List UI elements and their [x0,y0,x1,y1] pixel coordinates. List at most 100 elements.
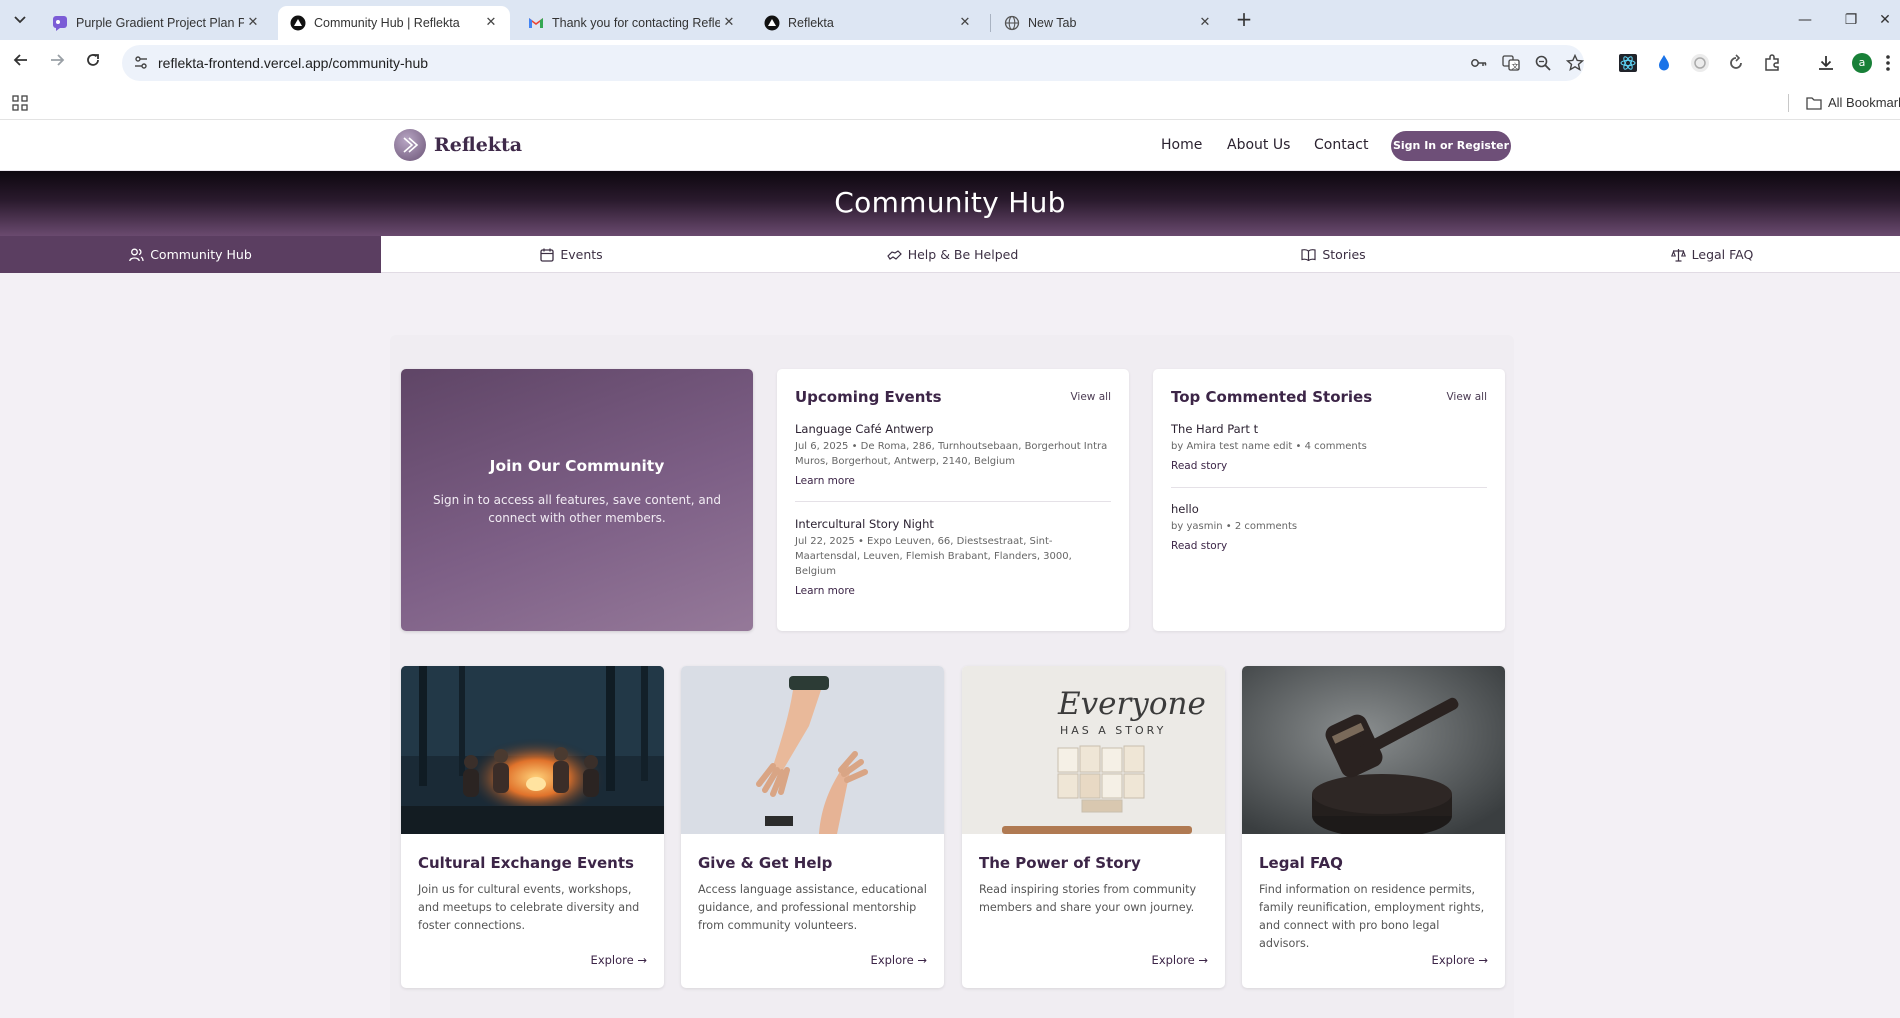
everyone-has-a-story-image: Everyone HAS A STORY [962,666,1225,834]
nav-link-home[interactable]: Home [1161,120,1202,171]
feature-title: Cultural Exchange Events [418,854,634,872]
view-all-stories-link[interactable]: View all [1446,391,1487,403]
story-title[interactable]: The Hard Part t [1171,422,1487,436]
url-text[interactable]: reflekta-frontend.vercel.app/community-h… [158,45,428,81]
card-title: Top Commented Stories [1171,388,1373,406]
apps-grid-icon[interactable] [12,95,28,111]
handshake-icon [886,249,902,260]
tab-title: Community Hub | Reflekta [314,16,460,30]
minimize-icon[interactable]: — [1782,6,1828,34]
all-bookmarks-label: All Bookmarks [1828,95,1900,110]
book-open-icon [1301,249,1316,261]
globe-favicon-icon [1004,15,1020,31]
gavel-image [1242,666,1505,834]
site-info-icon[interactable] [132,54,150,72]
feature-card-give-get-help[interactable]: Give & Get Help Access language assistan… [681,666,944,988]
profile-initial: a [1858,56,1866,69]
extension-refresh-icon[interactable] [1726,53,1746,73]
tab-stories[interactable]: Stories [1143,236,1524,273]
users-icon [129,248,144,261]
close-tab-icon[interactable]: ✕ [482,14,500,32]
site-logo[interactable]: Reflekta [394,129,522,161]
extension-circle-icon[interactable] [1690,53,1710,73]
vercel-favicon-icon [290,15,306,31]
vercel-favicon-icon [764,15,780,31]
learn-more-link[interactable]: Learn more [795,475,1111,487]
browser-tab-active[interactable]: Community Hub | Reflekta ✕ [278,6,510,40]
browser-tab[interactable]: Reflekta ✕ [752,6,984,40]
address-bar[interactable]: reflekta-frontend.vercel.app/community-h… [122,45,1585,81]
extension-drop-icon[interactable] [1654,53,1674,73]
feature-description: Access language assistance, educational … [698,883,927,932]
browser-menu-icon[interactable] [1884,53,1900,73]
feature-card-legal-faq[interactable]: Legal FAQ Find information on residence … [1242,666,1505,988]
tab-events[interactable]: Events [381,236,762,273]
page-viewport: Reflekta Home About Us Contact Sign In o… [0,120,1900,1018]
top-stories-card: Top Commented Stories View all The Hard … [1153,369,1505,631]
nav-link-contact[interactable]: Contact [1314,120,1368,171]
browser-tab[interactable]: Thank you for contacting Reflek ✕ [516,6,748,40]
reflekta-logo-icon [394,129,426,161]
upcoming-events-card: Upcoming Events View all Language Café A… [777,369,1129,631]
tab-title: Thank you for contacting Reflek [552,16,720,30]
forward-arrow-icon[interactable] [44,50,70,76]
zoom-icon[interactable] [1534,54,1552,72]
nav-link-about[interactable]: About Us [1227,120,1290,171]
browser-toolbar: reflekta-frontend.vercel.app/community-h… [0,40,1900,86]
password-key-icon[interactable] [1470,54,1488,72]
read-story-link[interactable]: Read story [1171,460,1487,472]
story-title[interactable]: hello [1171,502,1487,516]
tab-search-chevron-icon[interactable] [8,8,32,32]
join-community-card[interactable]: Join Our Community Sign in to access all… [401,369,753,631]
close-tab-icon[interactable]: ✕ [244,14,262,32]
tab-label: Community Hub [150,247,252,262]
download-icon[interactable] [1816,53,1836,73]
explore-link[interactable]: Explore → [591,953,647,967]
browser-tab[interactable]: Purple Gradient Project Plan Pr ✕ [40,6,272,40]
feature-title: Give & Get Help [698,854,833,872]
logo-text: Reflekta [434,134,523,156]
svg-text:文: 文 [1512,62,1519,71]
bookmark-star-icon[interactable] [1565,53,1585,72]
tab-community-hub[interactable]: Community Hub [0,236,381,273]
explore-link[interactable]: Explore → [1152,953,1208,967]
feature-card-power-of-story[interactable]: Everyone HAS A STORY The Power of Story … [962,666,1225,988]
tab-legal-faq[interactable]: Legal FAQ [1524,236,1900,273]
campfire-image [401,666,664,834]
card-title: Upcoming Events [795,388,942,406]
close-tab-icon[interactable]: ✕ [956,14,974,32]
close-tab-icon[interactable]: ✕ [1196,14,1214,32]
close-window-icon[interactable]: ✕ [1862,6,1900,34]
bookmarks-bar: All Bookmarks [0,86,1900,120]
bookmark-separator [1788,94,1789,112]
join-text: Sign in to access all features, save con… [433,493,721,525]
all-bookmarks-button[interactable]: All Bookmarks [1806,86,1900,120]
view-all-events-link[interactable]: View all [1070,391,1111,403]
back-arrow-icon[interactable] [8,50,34,76]
learn-more-link[interactable]: Learn more [795,585,1111,597]
event-title[interactable]: Intercultural Story Night [795,517,1111,531]
extensions-puzzle-icon[interactable] [1762,53,1782,73]
join-title: Join Our Community [489,457,665,475]
story-meta: by Amira test name edit • 4 comments [1171,441,1367,452]
explore-link[interactable]: Explore → [1432,953,1488,967]
close-tab-icon[interactable]: ✕ [720,14,738,32]
reload-icon[interactable] [80,50,106,76]
feature-card-cultural-events[interactable]: Cultural Exchange Events Join us for cul… [401,666,664,988]
folder-icon [1806,97,1822,110]
tab-help[interactable]: Help & Be Helped [762,236,1143,273]
tab-title: New Tab [1028,16,1077,30]
event-title[interactable]: Language Café Antwerp [795,422,1111,436]
read-story-link[interactable]: Read story [1171,540,1487,552]
new-tab-plus-icon[interactable]: + [1232,8,1256,32]
explore-link[interactable]: Explore → [871,953,927,967]
page-title: Community Hub [834,186,1066,219]
event-item: Language Café Antwerp Jul 6, 2025 • De R… [795,422,1111,487]
translate-icon[interactable]: 文 [1502,54,1520,72]
profile-avatar[interactable]: a [1852,53,1872,73]
tab-title: Reflekta [788,16,834,30]
feature-title: Legal FAQ [1259,854,1343,872]
sign-in-button[interactable]: Sign In or Register [1391,131,1511,161]
browser-tab[interactable]: New Tab ✕ [992,6,1224,40]
extension-react-icon[interactable] [1618,53,1638,73]
